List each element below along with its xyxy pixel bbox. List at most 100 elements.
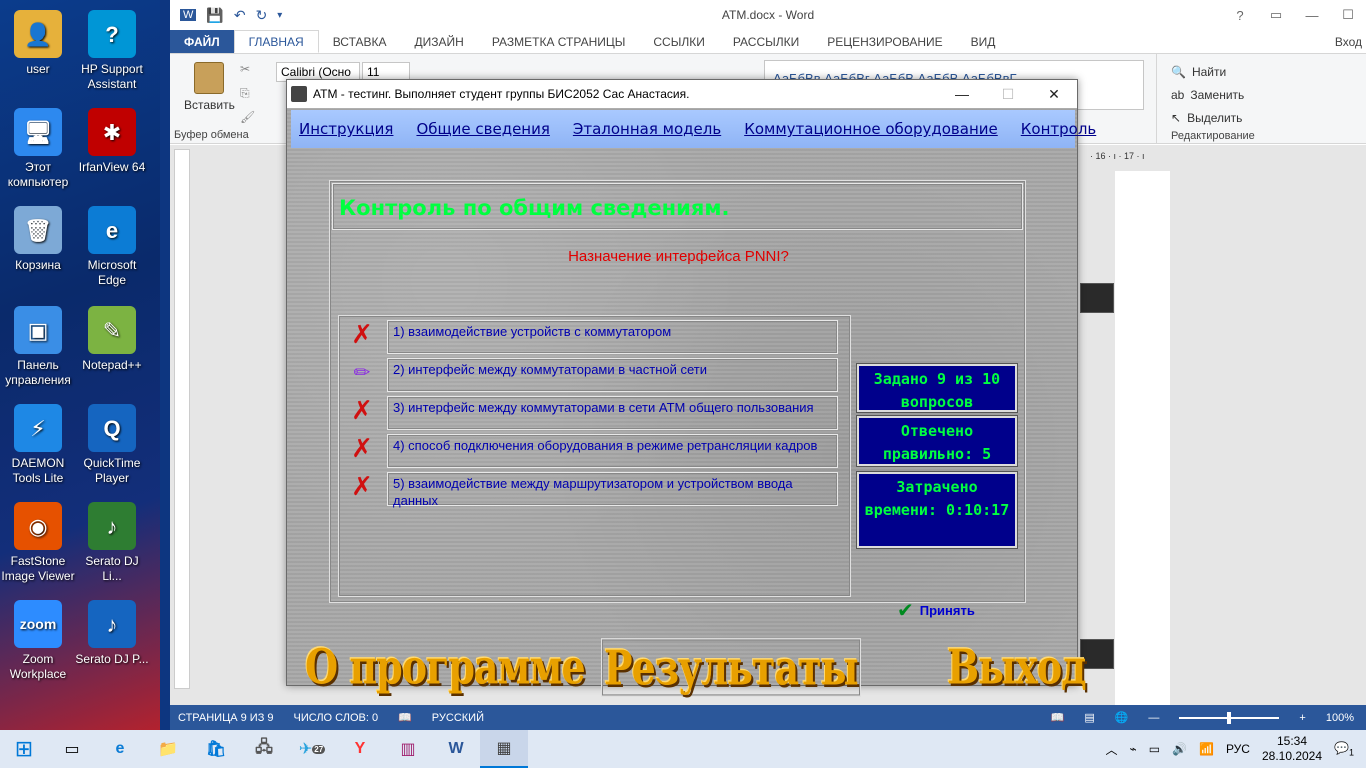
format-painter-icon[interactable]: 🖌 (240, 110, 255, 124)
desktop-icon[interactable]: 👤 user (0, 10, 76, 77)
file-explorer-icon[interactable]: 📁 (144, 730, 192, 768)
answer-text[interactable]: 4) способ подключения оборудования в реж… (387, 434, 838, 468)
zoom-in-icon[interactable]: + (1299, 712, 1305, 724)
volume-icon[interactable]: 🔊 (1172, 742, 1187, 756)
close-icon[interactable]: ✕ (1031, 80, 1077, 108)
horizontal-ruler: · 16 · ı · 17 · ı (1090, 151, 1145, 161)
telegram-icon[interactable]: ✈ 27 (288, 730, 336, 768)
maximize-icon[interactable]: ☐ (985, 80, 1031, 108)
desktop-icon[interactable]: 🖥 Этот компьютер (0, 108, 76, 190)
input-language[interactable]: РУС (1226, 742, 1250, 756)
battery-icon[interactable]: ▭ (1149, 742, 1160, 756)
answer-row[interactable]: ✗ 4) способ подключения оборудования в р… (343, 432, 843, 468)
desktop-icon-label: Корзина (15, 258, 61, 272)
tab-file[interactable]: ФАЙЛ (170, 30, 234, 53)
menu-general[interactable]: Общие сведения (416, 120, 549, 138)
desktop-icon[interactable]: ▣ Панель управления (0, 306, 76, 388)
tab-layout[interactable]: РАЗМЕТКА СТРАНИЦЫ (478, 30, 640, 53)
store-icon[interactable]: 🛍 (192, 730, 240, 768)
edge-icon[interactable]: e (96, 730, 144, 768)
ribbon-display-icon[interactable]: ▭ (1258, 0, 1294, 30)
desktop-icon[interactable]: 🗑 Корзина (0, 206, 76, 273)
network-app-icon[interactable]: 🖧 (240, 730, 288, 768)
language[interactable]: РУССКИЙ (432, 712, 484, 724)
wifi-icon[interactable]: 📶 (1199, 742, 1214, 756)
replace-button[interactable]: ab Заменить (1171, 83, 1366, 106)
start-icon[interactable]: ⊞ (0, 730, 48, 768)
desktop-icon[interactable]: ⚡ DAEMON Tools Lite (0, 404, 76, 486)
desktop-icon[interactable]: zoom Zoom Workplace (0, 600, 76, 682)
clock[interactable]: 15:34 28.10.2024 (1262, 734, 1322, 764)
desktop-icon[interactable]: ♪ Serato DJ P... (74, 600, 150, 667)
help-icon[interactable]: ? (1222, 0, 1258, 30)
tab-view[interactable]: ВИД (957, 30, 1010, 53)
about-button[interactable]: О программе (305, 638, 586, 694)
desktop-icon[interactable]: ✱ IrfanView 64 (74, 108, 150, 175)
signin-link[interactable]: Вход (1335, 30, 1366, 53)
exit-button[interactable]: Выход (947, 638, 1087, 694)
document-page[interactable] (1115, 171, 1170, 711)
zoom-out-icon[interactable]: — (1148, 712, 1159, 724)
app-icon: ♪ (88, 502, 136, 550)
zoom-slider[interactable] (1179, 711, 1280, 724)
clock-date: 28.10.2024 (1261, 749, 1323, 763)
answer-row[interactable]: ✏ 2) интерфейс между коммутаторами в час… (343, 356, 843, 392)
copy-icon[interactable]: ⎘ (240, 86, 250, 101)
answer-text[interactable]: 2) интерфейс между коммутаторами в частн… (387, 358, 838, 392)
menu-switching-equipment[interactable]: Коммутационное оборудование (744, 120, 998, 138)
yandex-icon[interactable]: Y (336, 730, 384, 768)
paste-label: Вставить (184, 98, 235, 112)
paste-button[interactable]: Вставить (184, 62, 235, 112)
desktop-icon[interactable]: ♪ Serato DJ Li... (74, 502, 150, 584)
print-layout-icon[interactable]: ▤ (1084, 711, 1094, 724)
accept-button[interactable]: ✔ Принять (897, 598, 975, 623)
menu-control[interactable]: Контроль (1021, 120, 1097, 138)
task-view-icon[interactable]: ▭ (48, 730, 96, 768)
desktop-icon[interactable]: ? HP Support Assistant (74, 10, 150, 92)
answer-row[interactable]: ✗ 1) взаимодействие устройств с коммутат… (343, 318, 843, 354)
find-button[interactable]: 🔍 Найти (1171, 60, 1366, 83)
tab-mailings[interactable]: РАССЫЛКИ (719, 30, 813, 53)
web-layout-icon[interactable]: 🌐 (1115, 711, 1129, 724)
word-taskbar-icon[interactable]: W (432, 730, 480, 768)
tab-references[interactable]: ССЫЛКИ (639, 30, 718, 53)
read-mode-icon[interactable]: 📖 (1051, 711, 1065, 724)
answer-text[interactable]: 3) интерфейс между коммутаторами в сети … (387, 396, 838, 430)
system-tray: ︿ ⌁ ▭ 🔊 📶 РУС 15:34 28.10.2024 💬1 (1105, 734, 1366, 764)
chevron-up-icon[interactable]: ︿ (1105, 741, 1117, 758)
winrar-icon[interactable]: ▥ (384, 730, 432, 768)
desktop-icon[interactable]: e Microsoft Edge (74, 206, 150, 288)
tab-review[interactable]: РЕЦЕНЗИРОВАНИЕ (813, 30, 956, 53)
answer-row[interactable]: ✗ 5) взаимодействие между маршрутизаторо… (343, 470, 843, 508)
question-text: Назначение интерфейса PNNI? (568, 248, 789, 265)
atm-window: ATM - тестинг. Выполняет студент группы … (286, 79, 1096, 697)
atm-taskbar-icon[interactable]: ▦ (480, 730, 528, 768)
answer-text[interactable]: 5) взаимодействие между маршрутизатором … (387, 472, 838, 508)
results-button[interactable]: Результаты (601, 638, 861, 697)
menu-instruction[interactable]: Инструкция (299, 120, 393, 138)
desktop-icon-label: user (26, 62, 50, 76)
desktop-icon[interactable]: ◉ FastStone Image Viewer (0, 502, 76, 584)
desktop-icon[interactable]: ✎ Notepad++ (74, 306, 150, 373)
tab-insert[interactable]: ВСТАВКА (319, 30, 401, 53)
page-count[interactable]: СТРАНИЦА 9 ИЗ 9 (178, 712, 274, 724)
app-icon: Q (88, 404, 136, 452)
tab-home[interactable]: ГЛАВНАЯ (233, 30, 319, 53)
atm-title: ATM - тестинг. Выполняет студент группы … (313, 87, 690, 101)
panel-title: Контроль по общим сведениям. (339, 196, 730, 220)
desktop-icon[interactable]: Q QuickTime Player (74, 404, 150, 486)
tab-design[interactable]: ДИЗАЙН (401, 30, 478, 53)
word-count[interactable]: ЧИСЛО СЛОВ: 0 (294, 712, 379, 724)
zoom-level[interactable]: 100% (1326, 712, 1354, 724)
minimize-icon[interactable]: — (1294, 0, 1330, 30)
menu-reference-model[interactable]: Эталонная модель (573, 120, 721, 138)
select-button[interactable]: ↖ Выделить (1171, 106, 1366, 129)
answer-row[interactable]: ✗ 3) интерфейс между коммутаторами в сет… (343, 394, 843, 430)
maximize-icon[interactable]: ☐ (1330, 0, 1366, 30)
notification-icon[interactable]: 💬1 (1334, 741, 1354, 757)
meet-icon[interactable]: ⌁ (1129, 742, 1136, 756)
cut-icon[interactable]: ✂ (240, 62, 250, 76)
answer-text[interactable]: 1) взаимодействие устройств с коммутатор… (387, 320, 838, 354)
proofing-icon[interactable]: 📖 (398, 711, 412, 724)
minimize-icon[interactable]: — (939, 80, 985, 108)
